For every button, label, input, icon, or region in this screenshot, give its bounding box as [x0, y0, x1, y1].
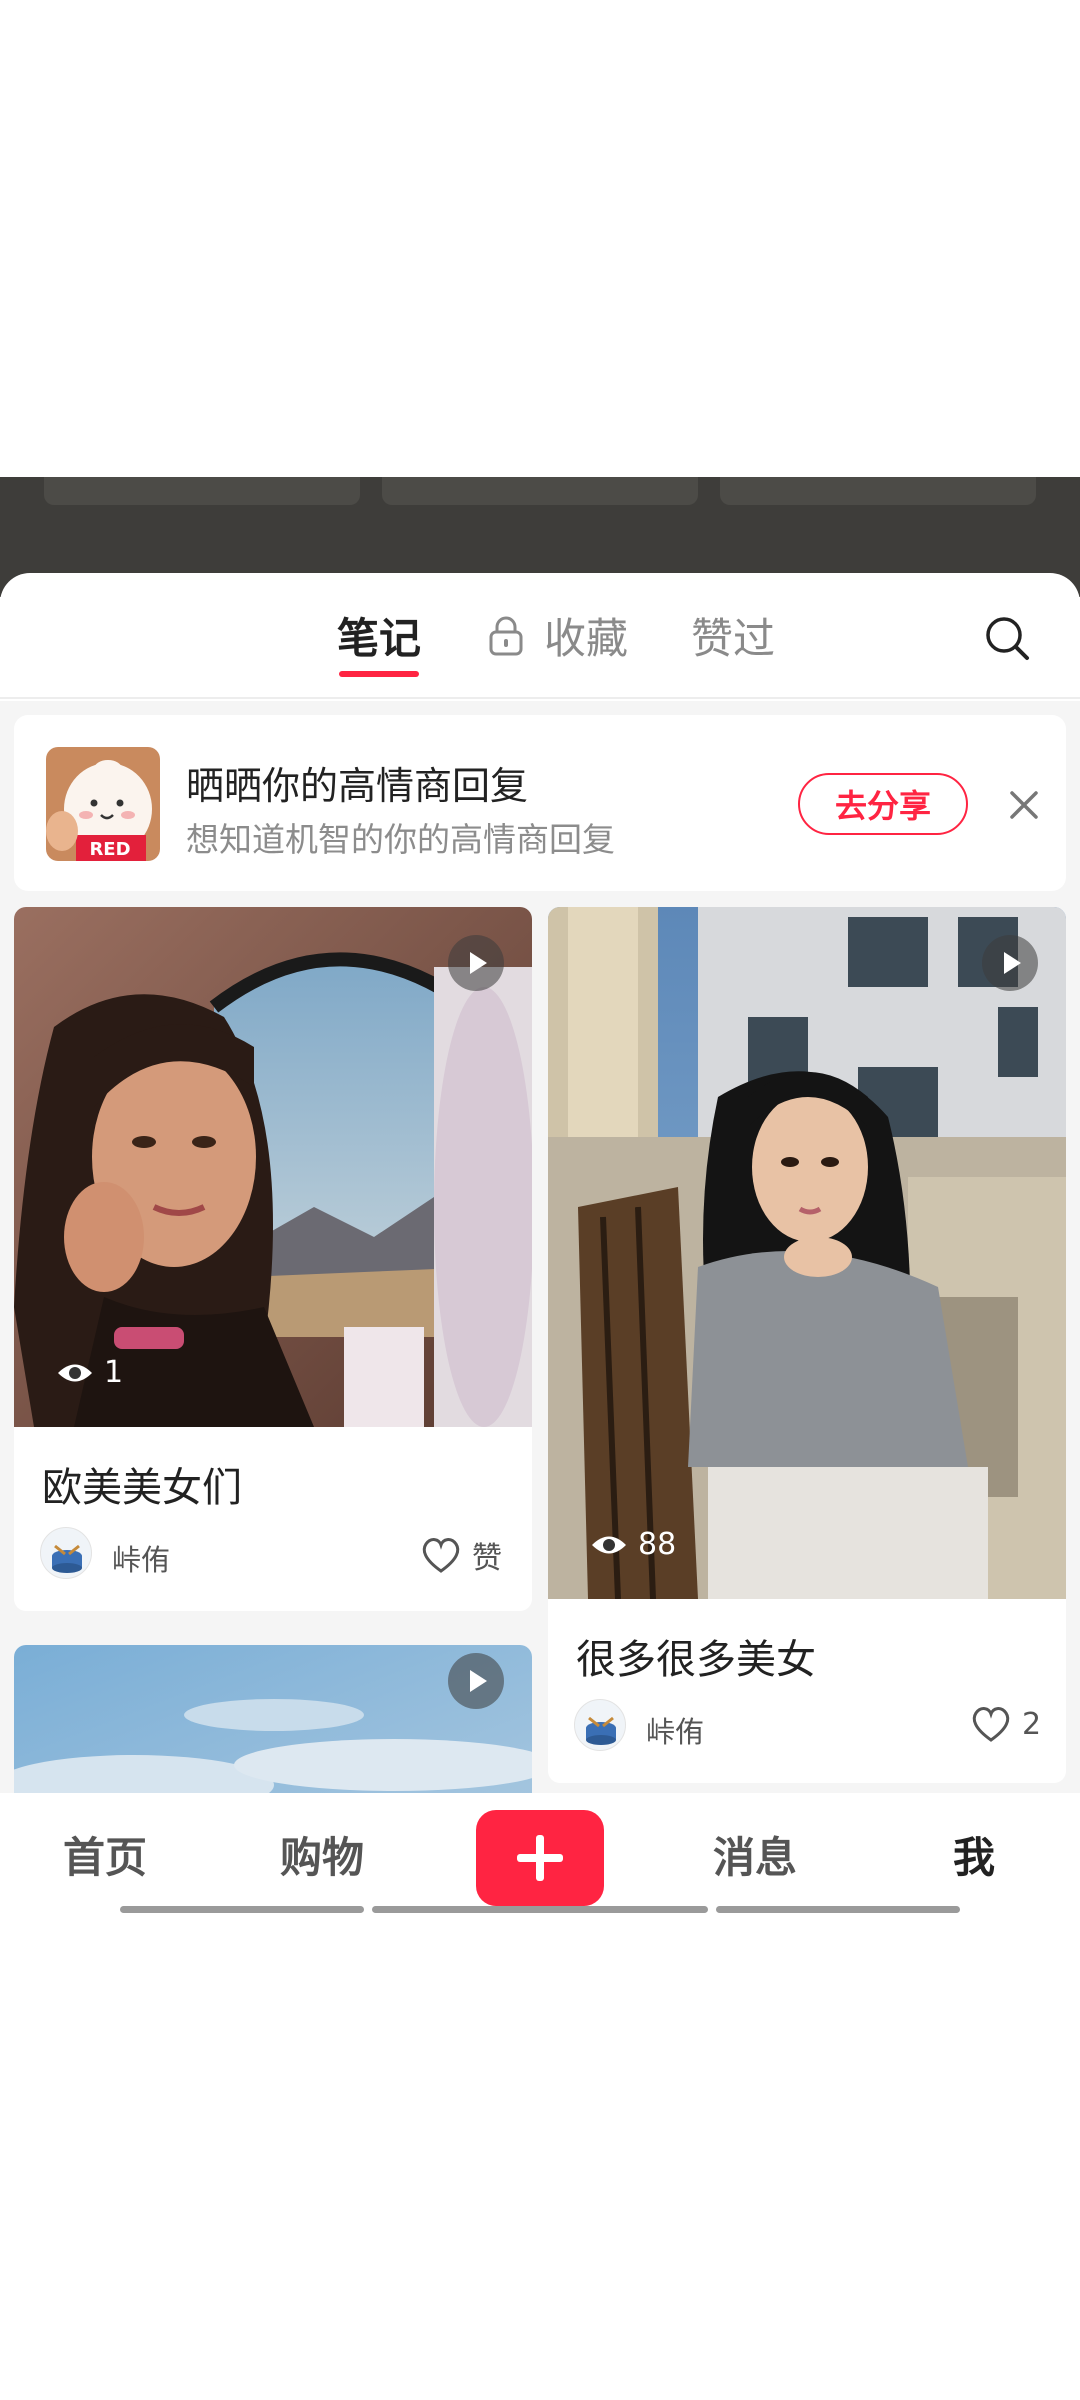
nav-shop[interactable]: 购物 — [280, 1824, 364, 1885]
note-card[interactable]: 88 很多很多美女 峠侑 2 — [548, 907, 1066, 1783]
tab-collections-label: 收藏 — [544, 614, 629, 663]
notes-sheet: 笔记 收藏 赞过 RED 晒晒你的高情商回复 想知道机智的你的高情商回复 去分享… — [0, 573, 1080, 1793]
view-count-value: 1 — [104, 1355, 124, 1390]
profile-stat-tile[interactable] — [720, 477, 1036, 505]
author-avatar[interactable] — [574, 1699, 626, 1751]
tab-likes[interactable]: 赞过 — [691, 605, 775, 666]
home-indicator — [716, 1906, 960, 1913]
home-indicator — [120, 1906, 364, 1913]
tab-active-indicator — [339, 671, 419, 677]
author-name[interactable]: 峠侑 — [646, 1709, 704, 1751]
note-card[interactable]: 1 欧美美女们 峠侑 赞 — [14, 907, 532, 1611]
bottom-nav: 首页 购物 消息 我 — [0, 1794, 1080, 1914]
like-count: 2 — [1022, 1706, 1042, 1742]
eye-icon — [58, 1364, 92, 1381]
note-cover-image — [548, 907, 1066, 1599]
banner-title: 晒晒你的高情商回复 — [186, 764, 529, 808]
tab-collections[interactable]: 收藏 — [488, 605, 628, 666]
eye-icon — [592, 1536, 626, 1553]
play-icon — [982, 935, 1038, 991]
author-avatar[interactable] — [40, 1527, 92, 1579]
profile-stat-tile[interactable] — [44, 477, 360, 505]
nav-me[interactable]: 我 — [953, 1824, 995, 1885]
tab-notes[interactable]: 笔记 — [337, 605, 421, 666]
play-icon — [448, 1653, 504, 1709]
lock-icon — [489, 616, 523, 655]
profile-stat-tile[interactable] — [382, 477, 698, 505]
view-count: 1 — [56, 1355, 123, 1390]
heart-icon — [972, 1707, 1010, 1742]
tab-likes-label: 赞过 — [691, 614, 776, 663]
notes-feed: RED 晒晒你的高情商回复 想知道机智的你的高情商回复 去分享 1 欧美美女们 … — [0, 701, 1080, 1793]
play-icon — [448, 935, 504, 991]
note-card[interactable] — [14, 1645, 532, 1793]
view-count-value: 88 — [638, 1527, 677, 1562]
note-title: 欧美美女们 — [42, 1465, 242, 1511]
search-icon[interactable] — [982, 613, 1032, 663]
publish-button[interactable] — [476, 1810, 604, 1906]
view-count: 88 — [590, 1527, 676, 1562]
like-button[interactable]: 赞 — [420, 1533, 502, 1577]
banner-subtitle: 想知道机智的你的高情商回复 — [186, 820, 615, 859]
svg-text:RED: RED — [89, 839, 130, 860]
tab-notes-label: 笔记 — [337, 614, 422, 663]
activity-banner[interactable]: RED 晒晒你的高情商回复 想知道机智的你的高情商回复 去分享 — [14, 715, 1066, 891]
note-title: 很多很多美女 — [576, 1637, 816, 1683]
heart-icon — [422, 1538, 460, 1573]
content-tabs: 笔记 收藏 赞过 — [0, 573, 1080, 699]
like-count: 赞 — [472, 1541, 502, 1576]
close-icon[interactable] — [1000, 781, 1048, 829]
like-button[interactable]: 2 — [970, 1705, 1041, 1743]
home-indicator — [372, 1906, 708, 1913]
nav-home[interactable]: 首页 — [63, 1824, 147, 1885]
nav-messages[interactable]: 消息 — [713, 1824, 797, 1885]
banner-mascot-image: RED — [46, 747, 160, 861]
author-name[interactable]: 峠侑 — [112, 1537, 170, 1579]
plus-icon — [517, 1835, 563, 1881]
share-button[interactable]: 去分享 — [798, 773, 968, 835]
